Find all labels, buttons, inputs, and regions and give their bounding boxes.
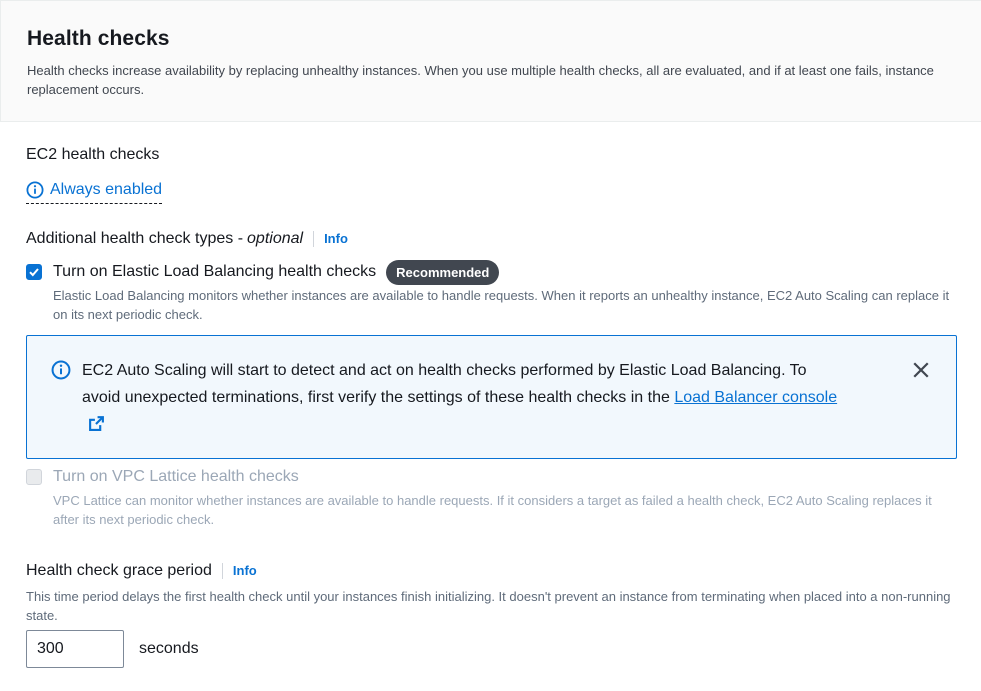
elb-description: Elastic Load Balancing monitors whether …: [53, 288, 950, 322]
elb-checkbox-row: Turn on Elastic Load Balancing health ch…: [26, 259, 500, 285]
close-icon[interactable]: [912, 361, 930, 384]
page-title: Health checks: [27, 27, 170, 50]
header-description: Health checks increase availability by r…: [27, 63, 934, 97]
grace-period-row: Health check grace period Info: [26, 562, 257, 580]
external-link-icon: [88, 414, 105, 441]
vpc-checkbox-row: Turn on VPC Lattice health checks: [26, 467, 299, 487]
grace-period-description: This time period delays the first health…: [26, 589, 951, 623]
vpc-checkbox-label: Turn on VPC Lattice health checks: [53, 468, 299, 485]
info-circle-icon: [26, 181, 44, 199]
vpc-description: VPC Lattice can monitor whether instance…: [53, 493, 932, 527]
seconds-unit-label: seconds: [139, 640, 199, 657]
always-enabled-text: Always enabled: [50, 180, 163, 198]
grace-period-label: Health check grace period: [26, 562, 212, 579]
ec2-health-checks-label: EC2 health checks: [26, 146, 160, 163]
additional-types-label: Additional health check types -: [26, 230, 244, 247]
load-balancer-console-link[interactable]: Load Balancer console: [674, 389, 837, 406]
health-checks-header: Health checks Health checks increase ava…: [0, 0, 981, 122]
always-enabled-popover[interactable]: Always enabled: [26, 177, 163, 204]
grace-period-input[interactable]: [26, 630, 124, 668]
checkmark-icon: [29, 268, 39, 277]
optional-label: optional: [247, 230, 304, 247]
vpc-checkbox[interactable]: [26, 469, 42, 485]
additional-types-row: Additional health check types - optional…: [26, 230, 348, 248]
elb-checkbox-label[interactable]: Turn on Elastic Load Balancing health ch…: [53, 263, 376, 281]
alert-message: EC2 Auto Scaling will start to detect an…: [82, 357, 842, 441]
grace-info-link[interactable]: Info: [221, 563, 257, 579]
grace-period-input-row: seconds: [26, 630, 199, 668]
recommended-badge: Recommended: [386, 259, 500, 285]
info-alert: EC2 Auto Scaling will start to detect an…: [26, 335, 957, 459]
info-circle-icon: [51, 360, 71, 385]
additional-info-link[interactable]: Info: [313, 231, 348, 247]
elb-checkbox[interactable]: [26, 264, 42, 280]
